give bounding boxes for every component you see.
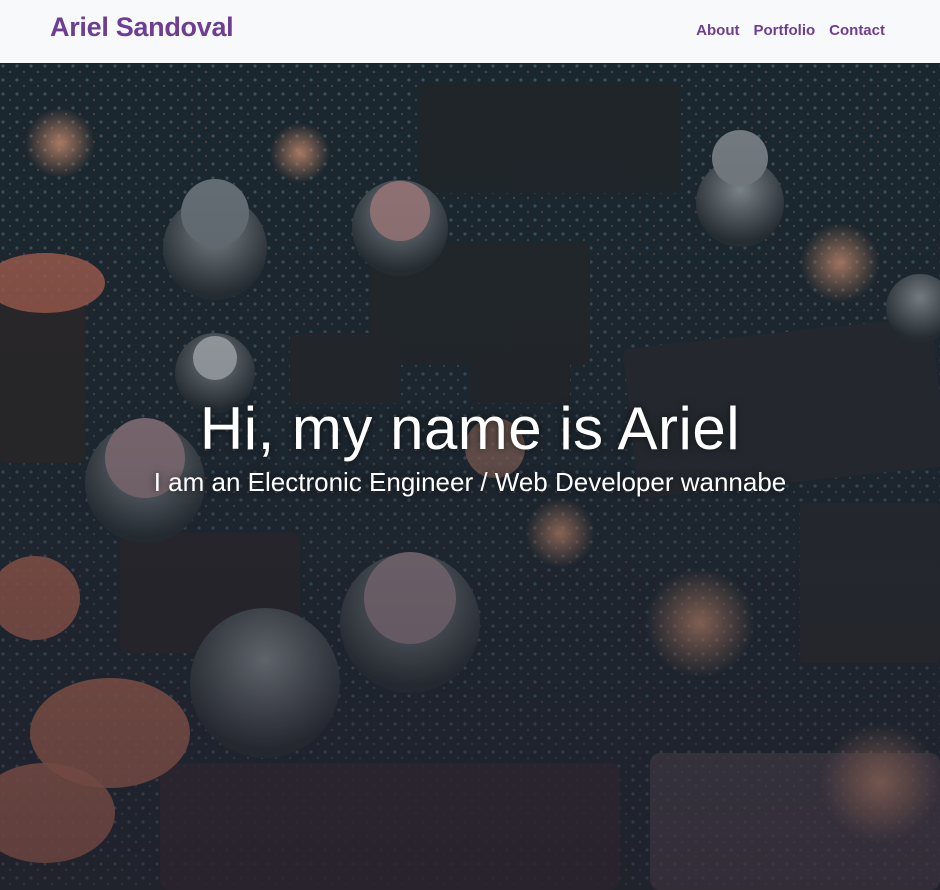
hero-subtitle: I am an Electronic Engineer / Web Develo… (153, 467, 787, 497)
hero-section: Hi, my name is Ariel I am an Electronic … (0, 63, 940, 890)
nav-link-contact[interactable]: Contact (829, 22, 885, 39)
hero-text: Hi, my name is Ariel I am an Electronic … (0, 393, 940, 498)
nav-links: About Portfolio Contact (696, 22, 885, 39)
navbar: Ariel Sandoval About Portfolio Contact (0, 0, 940, 63)
brand-logo[interactable]: Ariel Sandoval (50, 12, 234, 43)
nav-link-about[interactable]: About (696, 22, 739, 39)
hero-title: Hi, my name is Ariel (199, 395, 741, 462)
nav-link-portfolio[interactable]: Portfolio (754, 22, 816, 39)
